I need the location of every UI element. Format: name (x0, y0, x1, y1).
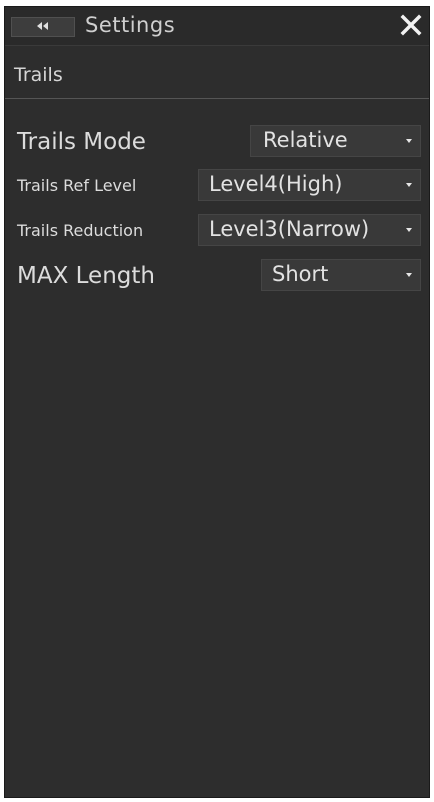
window-title: Settings (85, 13, 176, 37)
trails-ref-level-value: Level4(High) (209, 172, 343, 196)
max-length-label: MAX Length (17, 263, 155, 289)
chevron-down-icon (406, 228, 412, 232)
trails-mode-value: Relative (263, 128, 348, 152)
setting-row-trails-ref-level: Trails Ref Level Level4(High) (5, 169, 429, 205)
max-length-select[interactable]: Short (261, 259, 421, 291)
title-bar: Settings (5, 7, 429, 46)
setting-row-trails-reduction: Trails Reduction Level3(Narrow) (5, 214, 429, 250)
trails-reduction-value: Level3(Narrow) (209, 217, 370, 241)
max-length-value: Short (272, 262, 329, 286)
section-header: Trails (5, 46, 429, 99)
close-button[interactable] (397, 13, 425, 41)
trails-mode-select[interactable]: Relative (250, 125, 421, 157)
trails-reduction-label: Trails Reduction (17, 221, 144, 240)
trails-ref-level-select[interactable]: Level4(High) (198, 169, 421, 201)
close-icon (400, 14, 422, 40)
back-button[interactable] (11, 17, 75, 37)
trails-ref-level-label: Trails Ref Level (17, 176, 137, 195)
chevron-down-icon (406, 139, 412, 143)
section-title: Trails (14, 64, 63, 86)
setting-row-max-length: MAX Length Short (5, 259, 429, 295)
double-chevron-left-icon (36, 21, 50, 34)
setting-row-trails-mode: Trails Mode Relative (5, 125, 429, 161)
trails-mode-label: Trails Mode (17, 129, 146, 155)
chevron-down-icon (406, 273, 412, 277)
chevron-down-icon (406, 183, 412, 187)
settings-panel: Settings Trails Trails Mode Relative Tra… (4, 6, 430, 798)
trails-reduction-select[interactable]: Level3(Narrow) (198, 214, 421, 246)
